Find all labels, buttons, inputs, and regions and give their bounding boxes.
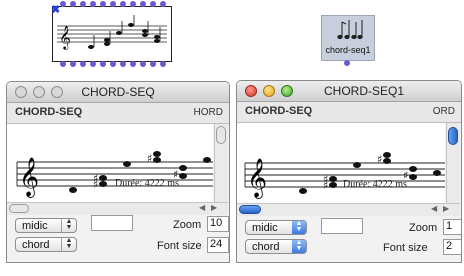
zoom-label: Zoom [173,219,202,231]
approx-popup[interactable]: midic ▲ ▼ [15,218,77,233]
fontsize-field[interactable]: 24 [207,237,229,253]
zoom-field[interactable]: 10 [207,216,229,232]
close-icon[interactable]: ✖ [51,5,60,16]
close-button[interactable] [245,85,257,97]
vertical-scrollbar[interactable] [446,123,460,203]
window-title: CHORD-SEQ [81,85,155,99]
scroll-right-icon[interactable]: ▶ [443,204,449,213]
inlet[interactable] [120,1,126,7]
approx-value: midic [22,220,48,232]
editor-header: CHORD-SEQ HORD [7,103,229,124]
title-bar[interactable]: CHORD-SEQ1 [237,81,461,102]
horizontal-scrollbar[interactable]: ◀ ▶ [237,203,460,216]
outlet[interactable] [110,61,116,67]
editor-name: CHORD-SEQ [15,106,83,118]
outlet[interactable] [70,61,76,67]
vertical-scrollbar[interactable] [214,124,228,202]
inlet[interactable] [80,1,86,7]
horizontal-scrollbar[interactable]: ◀ ▶ [7,202,228,215]
treble-clef-icon: 𝄞 [247,158,267,199]
inlet[interactable] [130,1,136,7]
chord-seq-icon [337,20,363,40]
inlet[interactable] [160,1,166,7]
score-staff: 𝄞 ♯♯ ♯♯ [244,152,445,199]
scroll-left-icon[interactable]: ◀ [199,203,205,212]
outlet[interactable] [150,61,156,67]
text-field[interactable] [91,215,133,231]
outlet[interactable] [130,61,136,67]
svg-text:♯: ♯ [377,153,382,166]
mode-value: chord [252,241,280,253]
horizontal-scroll-thumb[interactable] [239,205,261,214]
scroll-left-icon[interactable]: ◀ [431,204,437,213]
scroll-right-icon[interactable]: ▶ [211,203,217,212]
outlet[interactable] [140,61,146,67]
horizontal-scroll-thumb[interactable] [9,204,29,213]
svg-text:♯: ♯ [323,173,328,186]
inlet[interactable] [150,1,156,7]
vertical-scroll-thumb[interactable] [216,126,226,144]
fontsize-label: Font size [383,242,428,254]
outlet[interactable] [120,61,126,67]
chord-seq-patch-box[interactable]: 𝄞 [52,6,172,62]
svg-text:♯: ♯ [93,172,98,185]
score-view[interactable]: 𝄞 ♯ ♯ ♯ ♯ Durée: 4222 ms [7,124,213,202]
score-staff: 𝄞 ♯♯ ♯♯ [16,151,213,198]
mode-popup[interactable]: chord ▲ ▼ [15,237,77,252]
svg-text:♯: ♯ [147,152,152,165]
chevron-updown-icon: ▲ ▼ [292,220,306,234]
treble-clef-icon: 𝄞 [19,157,39,198]
chevron-updown-icon: ▲ ▼ [61,218,76,232]
score-view[interactable]: 𝄞 ♯ ♯ ♯ ♯ Durée: 4222 ms [237,123,445,203]
editor-tag: ORD [432,106,455,117]
duration-label: Durée: 4222 ms [115,178,179,189]
duration-label: Durée: 4222 ms [343,179,407,190]
outlet[interactable] [80,61,86,67]
icon-label: chord-seq1 [325,45,371,55]
outlet[interactable] [60,61,66,67]
vertical-scroll-thumb[interactable] [448,127,458,145]
outlet[interactable] [344,60,350,66]
mode-value: chord [22,239,50,251]
inlet[interactable] [90,1,96,7]
chevron-updown-icon: ▲ ▼ [292,239,306,253]
title-bar[interactable]: CHORD-SEQ [7,82,229,103]
mode-popup[interactable]: chord ▲ ▼ [245,239,307,254]
editor-name: CHORD-SEQ [245,105,313,117]
inlet[interactable] [70,1,76,7]
chord-seq1-window[interactable]: CHORD-SEQ1 CHORD-SEQ ORD 𝄞 ♯ ♯ ♯ ♯ Durée… [236,80,462,263]
outlet[interactable] [90,61,96,67]
chevron-updown-icon: ▲ ▼ [61,237,76,251]
editor-header: CHORD-SEQ ORD [237,102,461,123]
zoom-field[interactable]: 1 [443,219,461,235]
inlet[interactable] [60,1,66,7]
approx-popup[interactable]: midic ▲ ▼ [245,220,307,235]
zoom-label: Zoom [409,222,438,234]
window-title: CHORD-SEQ1 [323,84,404,98]
editor-tag: HORD [193,107,223,118]
mini-score: 𝄞 [57,15,167,50]
outlet[interactable] [160,61,166,67]
inlet[interactable] [100,1,106,7]
approx-value: midic [252,222,278,234]
fontsize-label: Font size [157,240,202,252]
chord-seq-window[interactable]: CHORD-SEQ CHORD-SEQ HORD 𝄞 ♯ ♯ ♯ ♯ Durée… [6,81,230,263]
fontsize-field[interactable]: 2 [443,239,461,255]
outlet[interactable] [100,61,106,67]
inlet[interactable] [140,1,146,7]
text-field[interactable] [321,218,363,234]
treble-clef-icon: 𝄞 [59,25,71,50]
inlet[interactable] [110,1,116,7]
